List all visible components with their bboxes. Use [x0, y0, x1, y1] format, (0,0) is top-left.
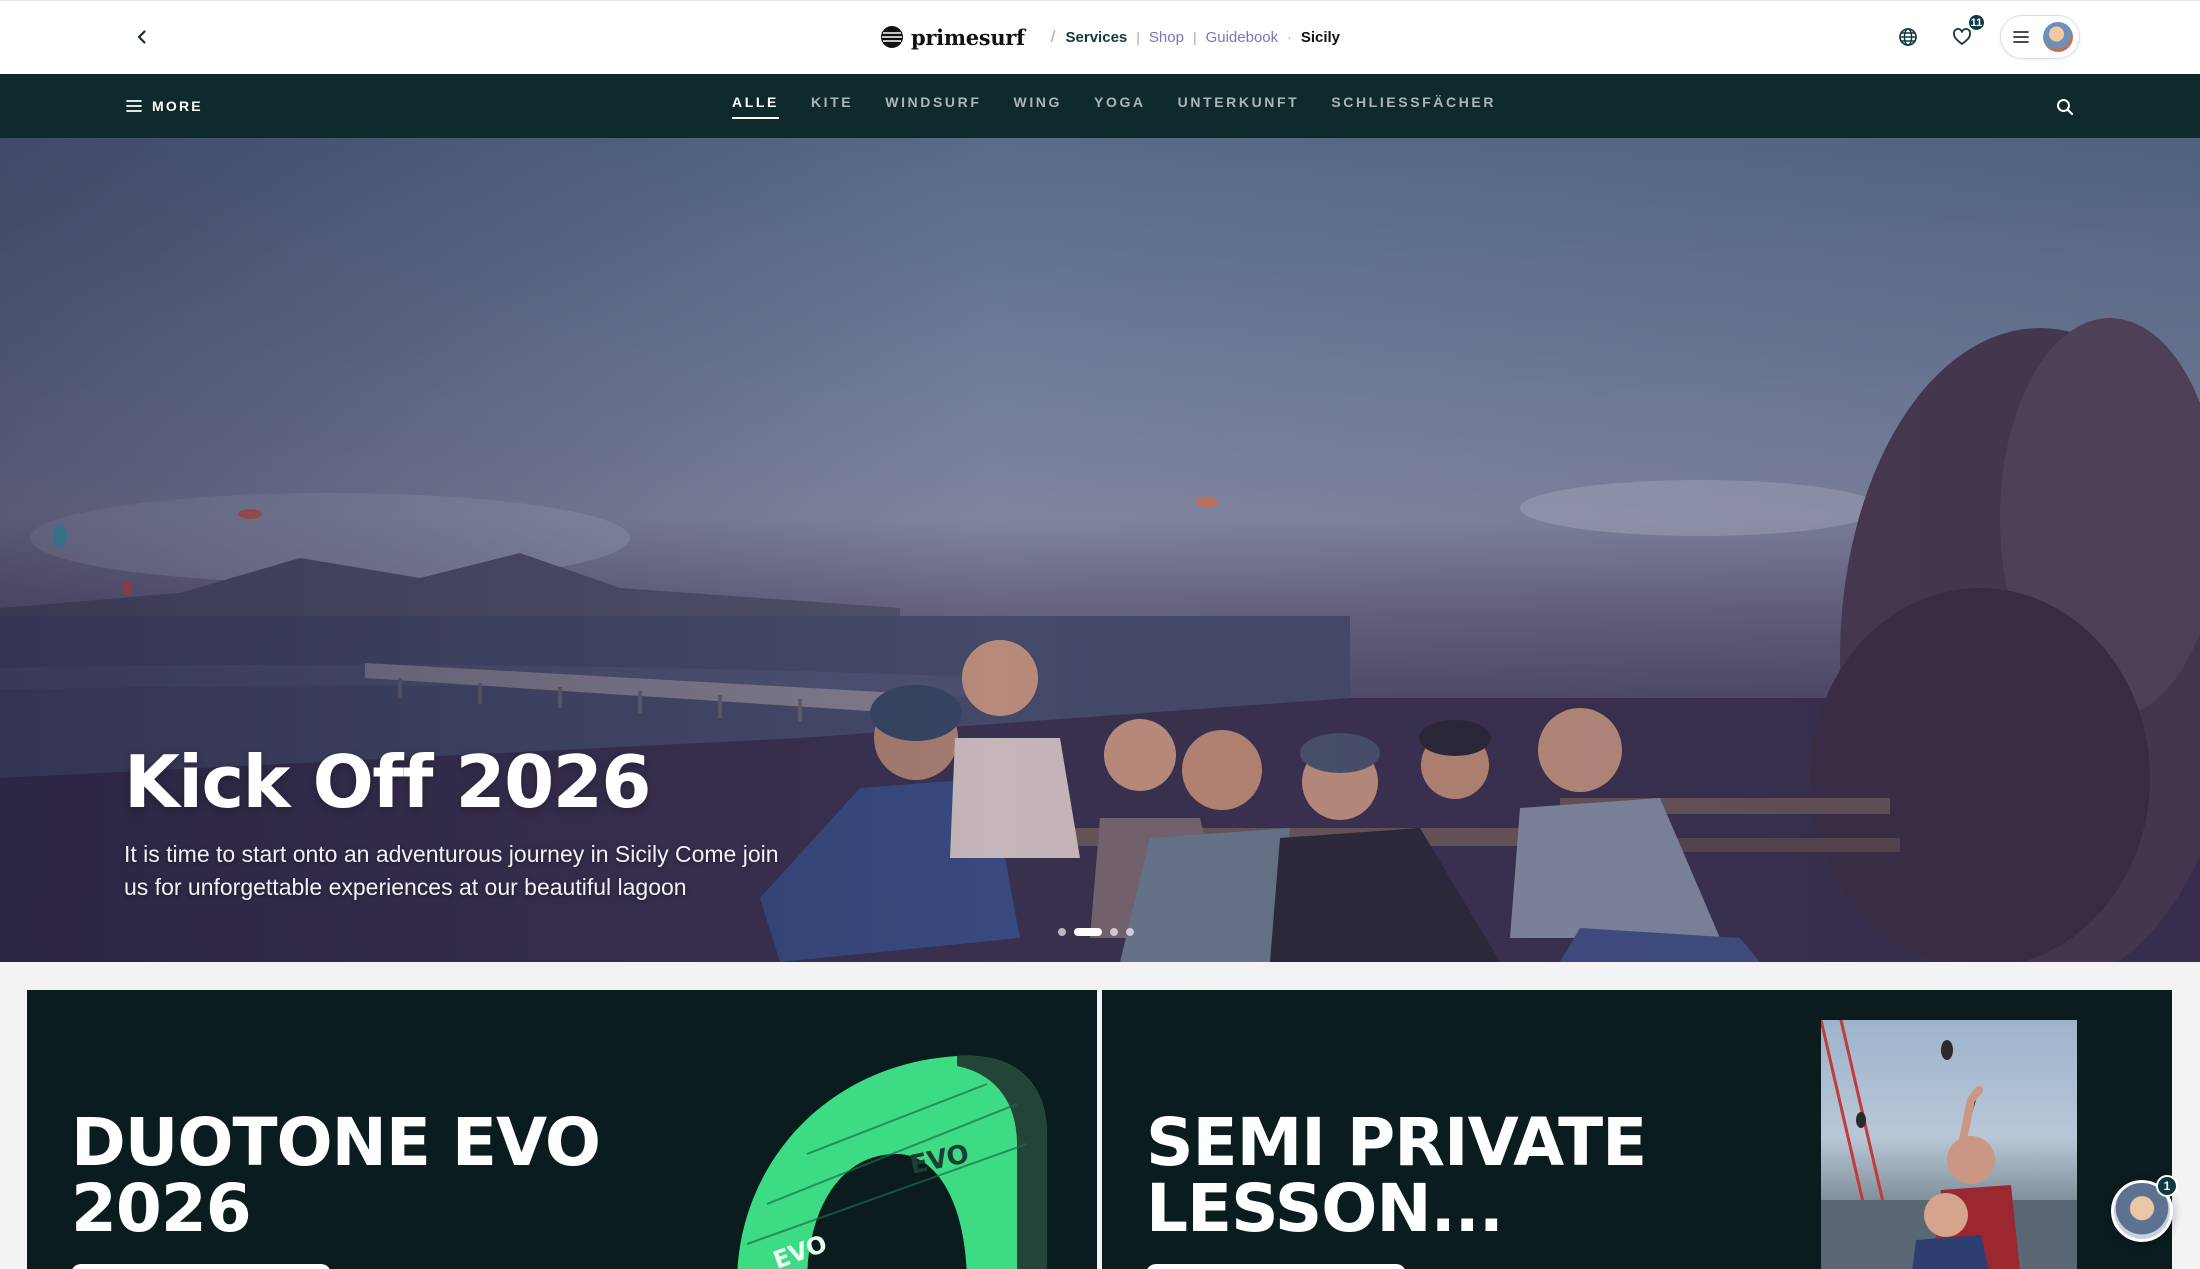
favorites-count-badge: 11 [1967, 13, 1986, 32]
hamburger-icon [2013, 31, 2029, 43]
tab-windsurf[interactable]: WINDSURF [885, 94, 981, 117]
kite-product-image: EVO EVO [737, 1055, 1047, 1269]
card-cta-button[interactable] [71, 1264, 331, 1269]
breadcrumb-shop[interactable]: Shop [1149, 29, 1184, 46]
heart-icon [1953, 28, 1971, 45]
category-nav: MORE ALLE KITE WINDSURF WING YOGA UNTERK… [0, 74, 2200, 138]
brand-logo[interactable]: primesurf [880, 25, 1025, 50]
breadcrumb-separator: | [1192, 29, 1197, 45]
breadcrumb-sicily[interactable]: Sicily [1301, 29, 1340, 46]
breadcrumb-separator: · [1287, 29, 1292, 45]
chat-unread-badge: 1 [2156, 1175, 2178, 1197]
tab-kite[interactable]: KITE [811, 94, 853, 117]
breadcrumb-services[interactable]: Services [1066, 29, 1128, 46]
primesurf-logo-icon [881, 26, 903, 48]
tab-yoga[interactable]: YOGA [1094, 94, 1146, 117]
header-actions: 11 [1892, 13, 2080, 60]
favorites-button[interactable]: 11 [1946, 13, 1986, 53]
lesson-photo [1821, 1020, 2077, 1269]
more-label: MORE [152, 98, 203, 114]
lesson-card-semi-private[interactable]: SEMI PRIVATE LESSON... [1102, 990, 2172, 1269]
breadcrumb-guidebook[interactable]: Guidebook [1206, 29, 1279, 46]
slider-dot[interactable] [1058, 928, 1066, 936]
breadcrumb-separator: / [1050, 27, 1056, 46]
lesson-photo-scene [1821, 1020, 2077, 1269]
search-button[interactable] [2050, 92, 2080, 122]
card-title: SEMI PRIVATE LESSON... [1146, 1104, 1647, 1247]
top-header: primesurf / Services | Shop | Guidebook … [0, 0, 2200, 74]
account-menu-button[interactable] [2000, 15, 2080, 59]
search-icon [2057, 99, 2074, 116]
hamburger-icon [126, 100, 142, 112]
slider-dot[interactable] [1110, 928, 1118, 936]
tab-schliessfaecher[interactable]: SCHLIESSFÄCHER [1331, 94, 1496, 117]
hero-subtitle: It is time to start onto an adventurous … [124, 841, 779, 900]
tab-unterkunft[interactable]: UNTERKUNFT [1178, 94, 1300, 117]
tab-wing[interactable]: WING [1014, 94, 1063, 117]
chevron-left-icon [137, 30, 146, 44]
slider-dot-active[interactable] [1074, 928, 1102, 936]
breadcrumb-separator: | [1136, 29, 1140, 45]
avatar [2043, 22, 2073, 52]
tab-alle[interactable]: ALLE [732, 94, 779, 119]
back-button[interactable] [126, 21, 158, 53]
card-cta-button[interactable] [1146, 1264, 1406, 1269]
slider-dot[interactable] [1126, 928, 1134, 936]
globe-icon [1899, 28, 1917, 46]
hero-title: Kick Off 2026 [124, 740, 651, 824]
category-tabs: ALLE KITE WINDSURF WING YOGA UNTERKUNFT … [732, 94, 1496, 124]
product-card-duotone-evo[interactable]: DUOTONE EVO 2026 EVO EVO [27, 990, 1097, 1269]
card-title: DUOTONE EVO 2026 [71, 1104, 601, 1247]
hero-slider[interactable]: Kick Off 2026 It is time to start onto a… [0, 138, 2200, 962]
language-button[interactable] [1892, 21, 1924, 53]
slider-pagination [1058, 928, 1134, 936]
brand-name: primesurf [911, 24, 1025, 50]
breadcrumb: primesurf / Services | Shop | Guidebook … [880, 21, 1340, 53]
more-menu-button[interactable]: MORE [126, 94, 203, 118]
